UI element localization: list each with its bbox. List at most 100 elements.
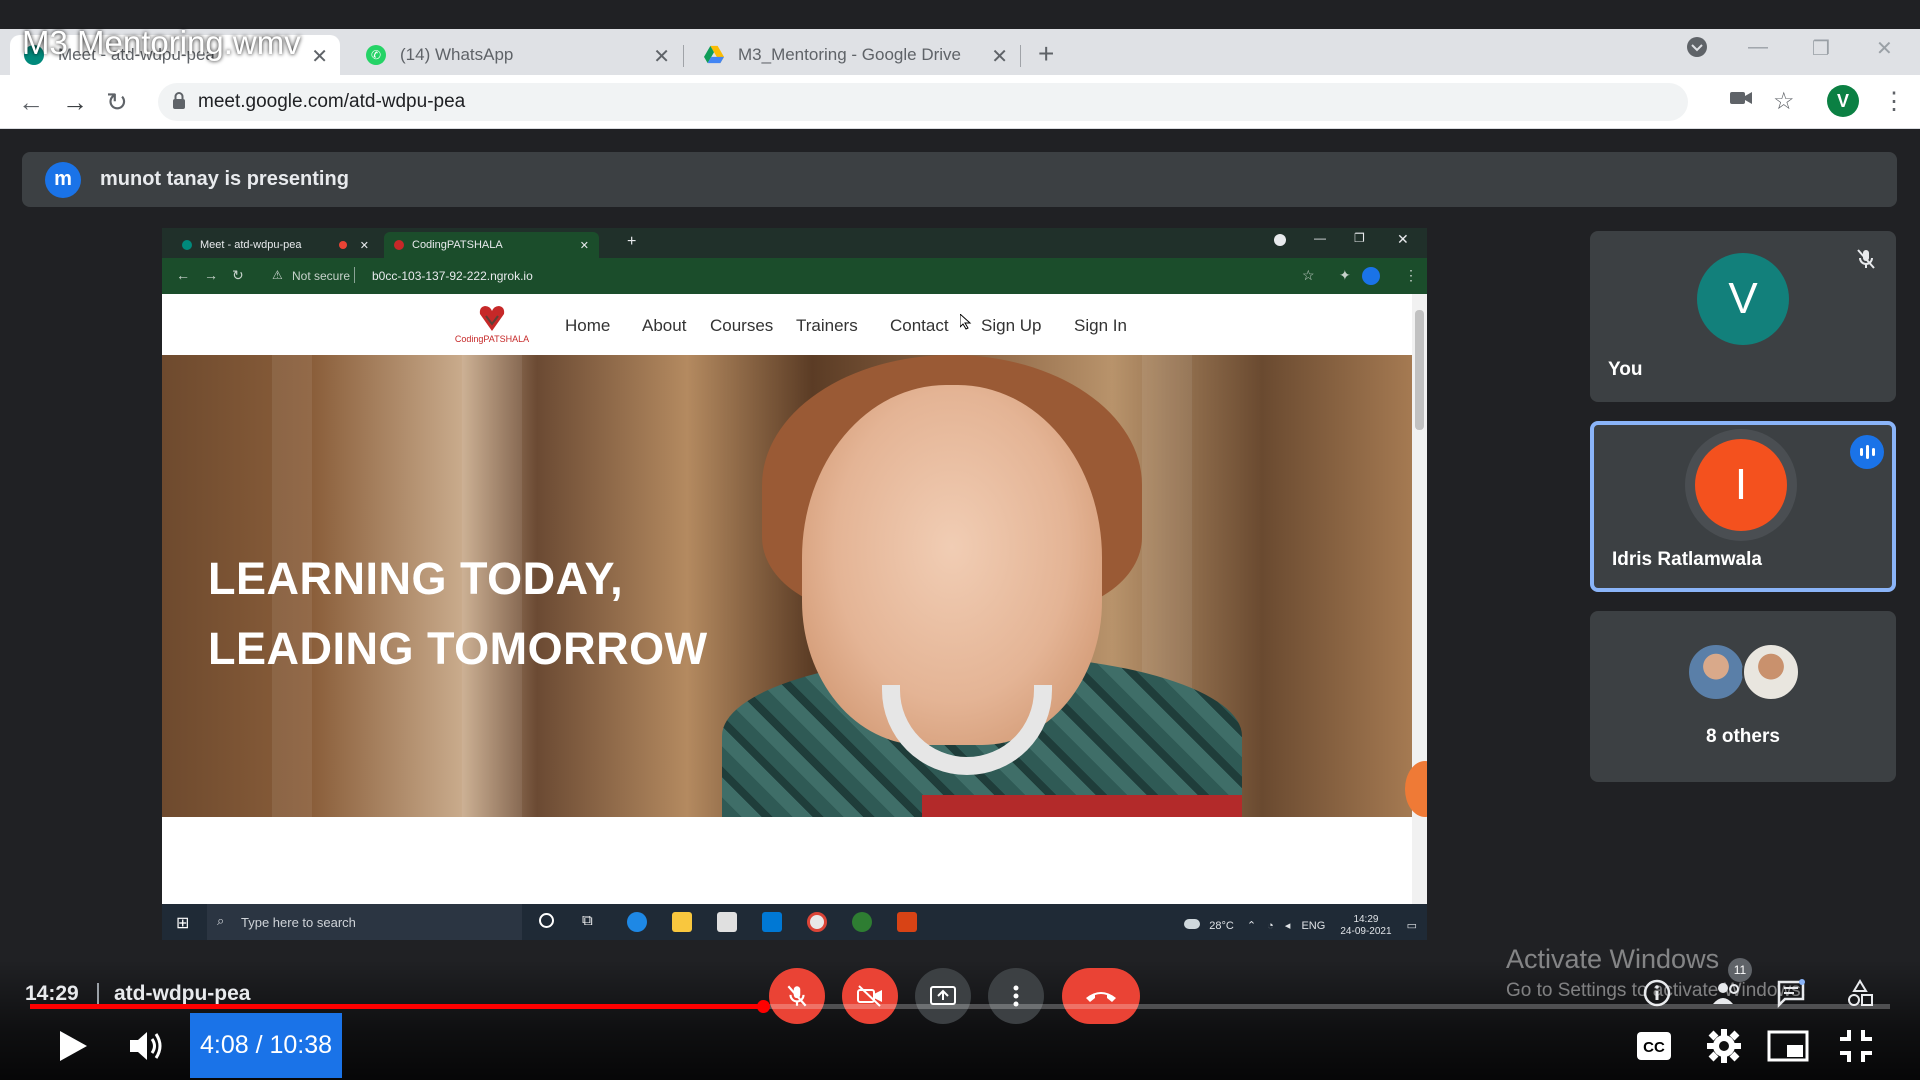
nav-about: About <box>642 316 687 335</box>
presenting-text: munot tanay is presenting <box>100 168 349 190</box>
video-title: M3 Mentoring.wmv <box>22 24 301 61</box>
speaking-indicator-icon <box>1850 435 1884 469</box>
tab-label: (14) WhatsApp <box>400 45 514 64</box>
lock-icon[interactable] <box>172 92 186 110</box>
more-options-button[interactable] <box>988 968 1044 1024</box>
nav-sign-up: Sign Up <box>981 316 1042 335</box>
cortana-icon <box>539 913 554 928</box>
website-page: CodingPATSHALA Home About Courses Traine… <box>162 294 1412 911</box>
tray-arrow-icon: ⌃ <box>1246 919 1257 932</box>
camera-icon[interactable] <box>1729 87 1753 115</box>
back-icon: ← <box>176 267 190 283</box>
extensions-icon: ✦ <box>1339 267 1351 283</box>
weather-icon <box>1184 918 1201 929</box>
profile-avatar[interactable]: V <box>1827 85 1859 117</box>
shared-scrollbar <box>1412 294 1427 911</box>
hero-heading-line1: LEARNING TODAY, <box>208 553 624 604</box>
edge-icon <box>627 912 647 932</box>
taskbar-lang: ENG <box>1301 919 1326 932</box>
new-tab-icon[interactable]: + <box>1038 38 1054 70</box>
url-field[interactable]: meet.google.com/atd-wdpu-pea <box>158 83 1688 121</box>
presenting-banner: m munot tanay is presenting <box>22 152 1897 207</box>
participant-tile-idris[interactable]: I Idris Ratlamwala <box>1590 421 1896 592</box>
subtitles-icon[interactable]: CC <box>1636 1030 1672 1062</box>
video-progress-bar[interactable] <box>30 1000 1890 1013</box>
minimize-icon: — <box>1314 231 1326 245</box>
profile-avatar <box>1362 267 1380 285</box>
nav-courses: Courses <box>710 316 774 335</box>
task-view-icon: ⧉ <box>582 912 593 929</box>
nav-trainers: Trainers <box>796 316 858 335</box>
hero-heading-line2: LEADING TOMORROW <box>208 623 708 674</box>
exit-fullscreen-icon[interactable] <box>1838 1028 1874 1064</box>
presenter-avatar: m <box>45 161 81 198</box>
system-tray: 28°C ⌃ ◔ ◂ ENG 14:29 24-09-2021 ▭ <box>1184 914 1417 938</box>
tab-label: M3_Mentoring - Google Drive <box>738 45 961 64</box>
address-bar-row: ← → ↻ meet.google.com/atd-wdpu-pea ☆ V ⋮ <box>0 75 1920 129</box>
close-icon[interactable]: ✕ <box>991 44 1008 69</box>
tab-whatsapp[interactable]: ✆ (14) WhatsApp ✕ <box>352 35 682 75</box>
settings-gear-icon[interactable] <box>1706 1028 1742 1064</box>
close-window-icon[interactable]: ✕ <box>1876 36 1893 61</box>
participant-tile-others[interactable]: 8 others <box>1590 611 1896 782</box>
tab-divider <box>1020 45 1021 67</box>
meet-clock: 14:29 <box>25 982 79 1005</box>
participant-name: You <box>1608 359 1643 380</box>
new-tab-icon: + <box>627 233 637 250</box>
close-icon[interactable]: ✕ <box>311 44 328 69</box>
menu-dots-icon: ⋮ <box>1404 267 1418 283</box>
others-count: 8 others <box>1706 726 1780 747</box>
play-icon[interactable] <box>56 1028 90 1064</box>
bookmark-star-icon[interactable]: ☆ <box>1773 87 1795 116</box>
mail-icon <box>762 912 782 932</box>
minimize-icon[interactable]: — <box>1748 36 1768 59</box>
meet-divider <box>97 983 99 1005</box>
participant-tile-you[interactable]: V You <box>1590 231 1896 402</box>
video-time-display: 4:08 / 10:38 <box>190 1013 343 1078</box>
taskbar-time: 14:29 <box>1353 914 1379 925</box>
present-screen-button[interactable] <box>915 968 971 1024</box>
google-drive-icon <box>704 45 724 65</box>
tab-divider <box>683 45 684 67</box>
end-call-icon <box>1086 992 1116 1002</box>
store-icon <box>717 912 737 932</box>
restore-icon[interactable]: ❐ <box>1812 36 1830 61</box>
mouse-cursor-icon <box>960 314 972 330</box>
camera-toggle-button[interactable] <box>842 968 898 1024</box>
close-icon[interactable]: ✕ <box>653 44 670 69</box>
search-icon: ⌕ <box>217 913 225 928</box>
forward-icon[interactable]: → <box>62 87 88 118</box>
security-text: Not secure <box>292 269 351 283</box>
shared-screen: Meet - atd-wdpu-pea ✕ CodingPATSHALA ✕ +… <box>162 228 1427 940</box>
volume-icon[interactable] <box>127 1028 167 1064</box>
leave-call-button[interactable] <box>1062 968 1140 1024</box>
svg-text:CC: CC <box>1643 1039 1665 1056</box>
url-text: meet.google.com/atd-wdpu-pea <box>198 91 466 112</box>
shared-tab-label: CodingPATSHALA <box>412 239 503 251</box>
reload-icon[interactable]: ↻ <box>106 87 128 118</box>
participant-avatar: I <box>1695 439 1787 531</box>
progress-scrubber[interactable] <box>756 1000 770 1013</box>
tab-google-drive[interactable]: M3_Mentoring - Google Drive ✕ <box>690 35 1020 75</box>
whatsapp-icon: ✆ <box>366 45 386 65</box>
tab-search-icon[interactable] <box>1686 36 1708 64</box>
logo-icon <box>479 306 505 331</box>
site-logo: CodingPATSHALA <box>447 302 537 350</box>
file-explorer-icon <box>672 912 692 932</box>
site-favicon-icon <box>394 240 404 250</box>
windows-taskbar: ⊞ ⌕ Type here to search ⧉ 28°C ⌃ ◔ ◂ ENG <box>162 904 1427 940</box>
shared-tab-strip: Meet - atd-wdpu-pea ✕ CodingPATSHALA ✕ +… <box>162 228 1427 258</box>
shared-tab-codingpatshala: CodingPATSHALA ✕ <box>384 232 599 258</box>
mic-toggle-button[interactable] <box>769 968 825 1024</box>
shared-tab-meet: Meet - atd-wdpu-pea ✕ <box>172 232 377 258</box>
miniplayer-icon[interactable] <box>1767 1030 1809 1062</box>
shared-tab-label: Meet - atd-wdpu-pea <box>200 239 302 251</box>
logo-text: CodingPATSHALA <box>454 334 530 344</box>
participant-photo-avatar <box>1742 643 1800 701</box>
menu-dots-icon[interactable]: ⋮ <box>1882 87 1906 116</box>
hero-banner: LEARNING TODAY, LEADING TOMORROW <box>162 355 1412 817</box>
volume-icon: ◂ <box>1284 919 1291 932</box>
windows-start-icon: ⊞ <box>176 915 190 932</box>
participant-name: Idris Ratlamwala <box>1612 549 1762 570</box>
back-icon[interactable]: ← <box>18 87 44 118</box>
